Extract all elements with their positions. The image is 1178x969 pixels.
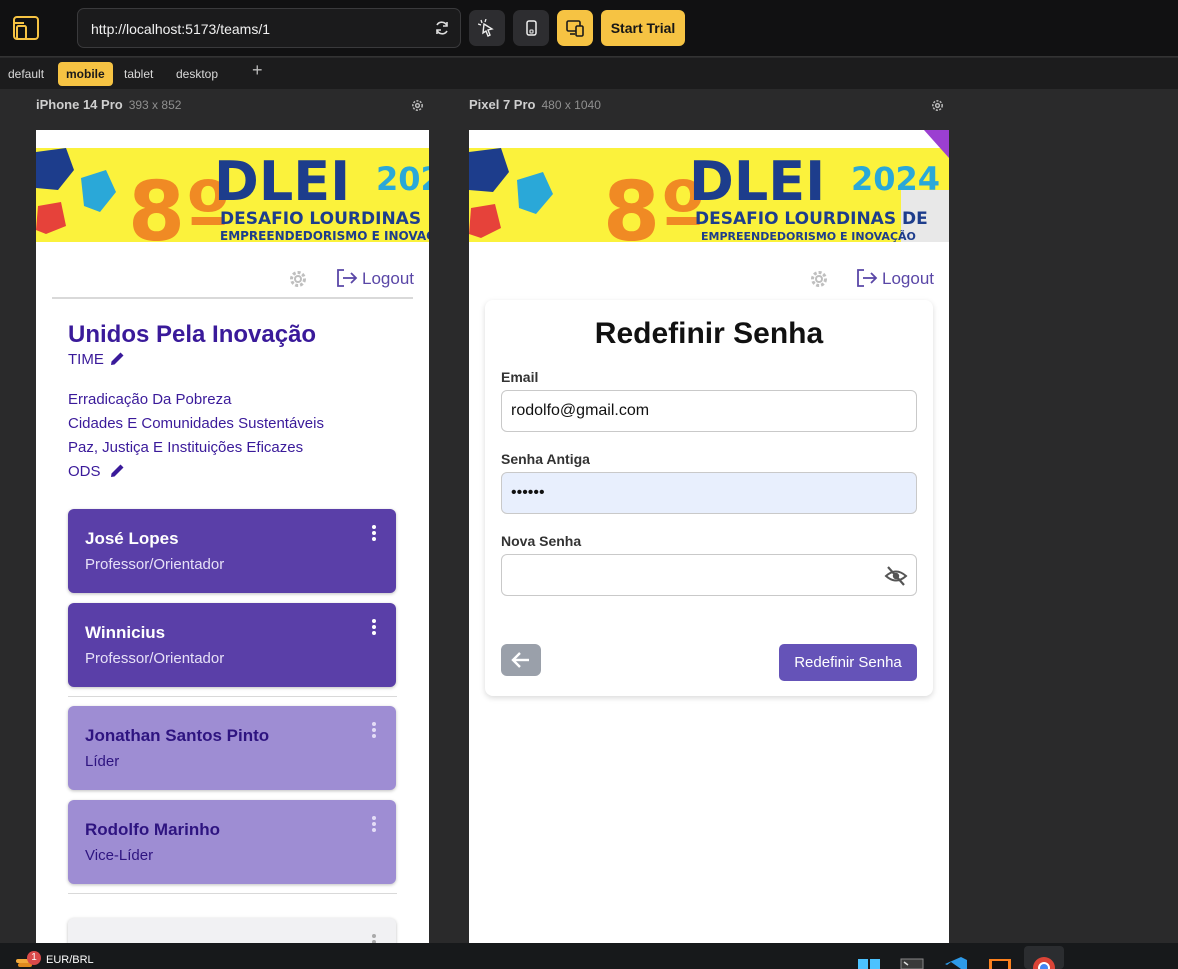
device-button[interactable] xyxy=(513,10,549,46)
reload-icon[interactable] xyxy=(434,20,450,36)
member-name: José Lopes xyxy=(85,529,179,548)
logout-link[interactable]: Logout xyxy=(362,269,414,289)
terminal-icon[interactable] xyxy=(900,956,924,969)
banner-line1: DESAFIO LOURDINAS DE xyxy=(695,209,928,229)
device-header-pixel: Pixel 7 Pro 480 x 1040 xyxy=(469,97,601,112)
tab-tablet[interactable]: tablet xyxy=(116,62,161,86)
logout-icon[interactable] xyxy=(856,268,878,288)
members-divider xyxy=(68,696,397,697)
new-password-field[interactable] xyxy=(501,554,917,596)
start-trial-button[interactable]: Start Trial xyxy=(601,10,685,46)
more-options-icon[interactable] xyxy=(372,619,376,635)
banner-graphic: 8º DLEI 202 DESAFIO LOURDINAS EMPREENDED… xyxy=(36,130,429,242)
reset-title: Redefinir Senha xyxy=(594,317,824,350)
team-label: TIME xyxy=(68,351,104,368)
ods-item: Paz, Justiça E Instituições Eficazes xyxy=(68,439,304,456)
device-dims: 480 x 1040 xyxy=(541,98,601,112)
banner-year: 2024 xyxy=(851,160,940,198)
old-password-field[interactable]: •••••• xyxy=(501,472,917,514)
cursor-click-icon xyxy=(478,19,494,37)
settings-gear-icon[interactable] xyxy=(809,269,829,289)
email-field[interactable]: rodolfo@gmail.com xyxy=(501,390,917,432)
ods-item: Cidades E Comunidades Sustentáveis xyxy=(68,415,324,432)
responsive-button[interactable] xyxy=(557,10,593,46)
email-label: Email xyxy=(501,369,539,385)
member-name: Jonathan Santos Pinto xyxy=(85,726,270,745)
banner-graphic: 8º DLEI 2024 DESAFIO LOURDINAS DE EMPREE… xyxy=(469,130,949,242)
reset-password-card: Redefinir Senha Email rodolfo@gmail.com … xyxy=(485,300,933,696)
reset-password-button[interactable]: Redefinir Senha xyxy=(779,644,917,681)
settings-gear-icon[interactable] xyxy=(288,269,308,289)
banner-line1: DESAFIO LOURDINAS xyxy=(220,209,421,229)
banner-line2: EMPREENDEDORISMO E INOVAÇ xyxy=(220,229,429,242)
member-card[interactable]: Winnicius Professor/Orientador xyxy=(68,603,396,687)
pixel-viewport: 8º DLEI 2024 DESAFIO LOURDINAS DE EMPREE… xyxy=(469,130,949,943)
jetbrains-icon[interactable] xyxy=(988,956,1012,969)
member-card[interactable]: Rodolfo Marinho Vice-Líder xyxy=(68,800,396,884)
tab-default[interactable]: default xyxy=(0,62,52,86)
old-password-label: Senha Antiga xyxy=(501,451,590,467)
inspect-button[interactable] xyxy=(469,10,505,46)
ods-label: ODS xyxy=(68,463,101,480)
member-card[interactable]: Jonathan Santos Pinto Líder xyxy=(68,706,396,790)
banner-year: 202 xyxy=(376,160,429,198)
members-divider xyxy=(68,893,397,894)
eye-slash-icon[interactable] xyxy=(884,565,908,587)
phone-icon xyxy=(526,20,537,36)
notification-badge: 1 xyxy=(27,951,41,965)
chrome-taskbar-button[interactable] xyxy=(1024,946,1064,969)
member-role: Líder xyxy=(85,753,120,770)
logout-link[interactable]: Logout xyxy=(882,269,934,289)
url-text: http://localhost:5173/teams/1 xyxy=(91,21,270,37)
event-banner: 8º DLEI 202 DESAFIO LOURDINAS EMPREENDED… xyxy=(36,130,429,242)
gear-icon[interactable] xyxy=(410,98,425,113)
banner-brand: DLEI xyxy=(214,150,350,213)
device-dims: 393 x 852 xyxy=(128,98,182,112)
device-name: Pixel 7 Pro xyxy=(469,97,536,112)
logout-icon[interactable] xyxy=(336,268,358,288)
more-options-icon[interactable] xyxy=(372,525,376,541)
more-options-icon[interactable] xyxy=(372,816,376,832)
member-role: Professor/Orientador xyxy=(85,650,225,667)
ods-item: Erradicação Da Pobreza xyxy=(68,391,232,408)
device-name: iPhone 14 Pro xyxy=(36,97,123,112)
more-options-icon[interactable] xyxy=(372,722,376,738)
banner-line2: EMPREENDEDORISMO E INOVAÇÃO xyxy=(701,230,916,242)
member-role: Professor/Orientador xyxy=(85,556,225,573)
gear-icon[interactable] xyxy=(930,98,945,113)
tab-mobile[interactable]: mobile xyxy=(58,62,113,86)
url-input[interactable]: http://localhost:5173/teams/1 xyxy=(77,8,461,48)
iphone-viewport: 8º DLEI 202 DESAFIO LOURDINAS EMPREENDED… xyxy=(36,130,429,943)
edit-ods-pencil-icon[interactable] xyxy=(109,462,126,479)
member-name: Rodolfo Marinho xyxy=(85,820,221,839)
device-tab-row: default mobile tablet desktop + xyxy=(0,58,1178,89)
devices-icon xyxy=(566,20,584,37)
vscode-icon[interactable] xyxy=(944,956,968,969)
tab-desktop[interactable]: desktop xyxy=(168,62,226,86)
currency-ticker[interactable]: EUR/BRL xyxy=(46,954,94,966)
event-banner: 8º DLEI 2024 DESAFIO LOURDINAS DE EMPREE… xyxy=(469,130,949,242)
windows-start-icon[interactable] xyxy=(857,956,881,969)
team-name: Unidos Pela Inovação xyxy=(68,321,317,348)
back-button[interactable] xyxy=(501,644,541,676)
os-taskbar: 1 EUR/BRL xyxy=(0,943,1178,969)
arrow-left-icon xyxy=(511,652,529,668)
member-card[interactable]: José Lopes Professor/Orientador xyxy=(68,509,396,593)
edit-team-pencil-icon[interactable] xyxy=(109,350,126,367)
banner-brand: DLEI xyxy=(689,150,825,213)
add-tab-icon[interactable]: + xyxy=(252,60,263,81)
app-logo-icon[interactable] xyxy=(12,14,40,42)
member-card[interactable] xyxy=(68,918,396,943)
chrome-icon xyxy=(1033,957,1055,969)
more-options-icon[interactable] xyxy=(372,934,376,943)
member-role: Vice-Líder xyxy=(85,847,154,864)
new-password-label: Nova Senha xyxy=(501,533,582,549)
device-header-iphone: iPhone 14 Pro 393 x 852 xyxy=(36,97,181,112)
top-toolbar: http://localhost:5173/teams/1 Start Tria… xyxy=(0,0,1178,57)
email-value: rodolfo@gmail.com xyxy=(511,402,650,419)
header-divider xyxy=(52,297,413,299)
old-password-value: •••••• xyxy=(511,484,545,501)
member-name: Winnicius xyxy=(85,623,166,642)
